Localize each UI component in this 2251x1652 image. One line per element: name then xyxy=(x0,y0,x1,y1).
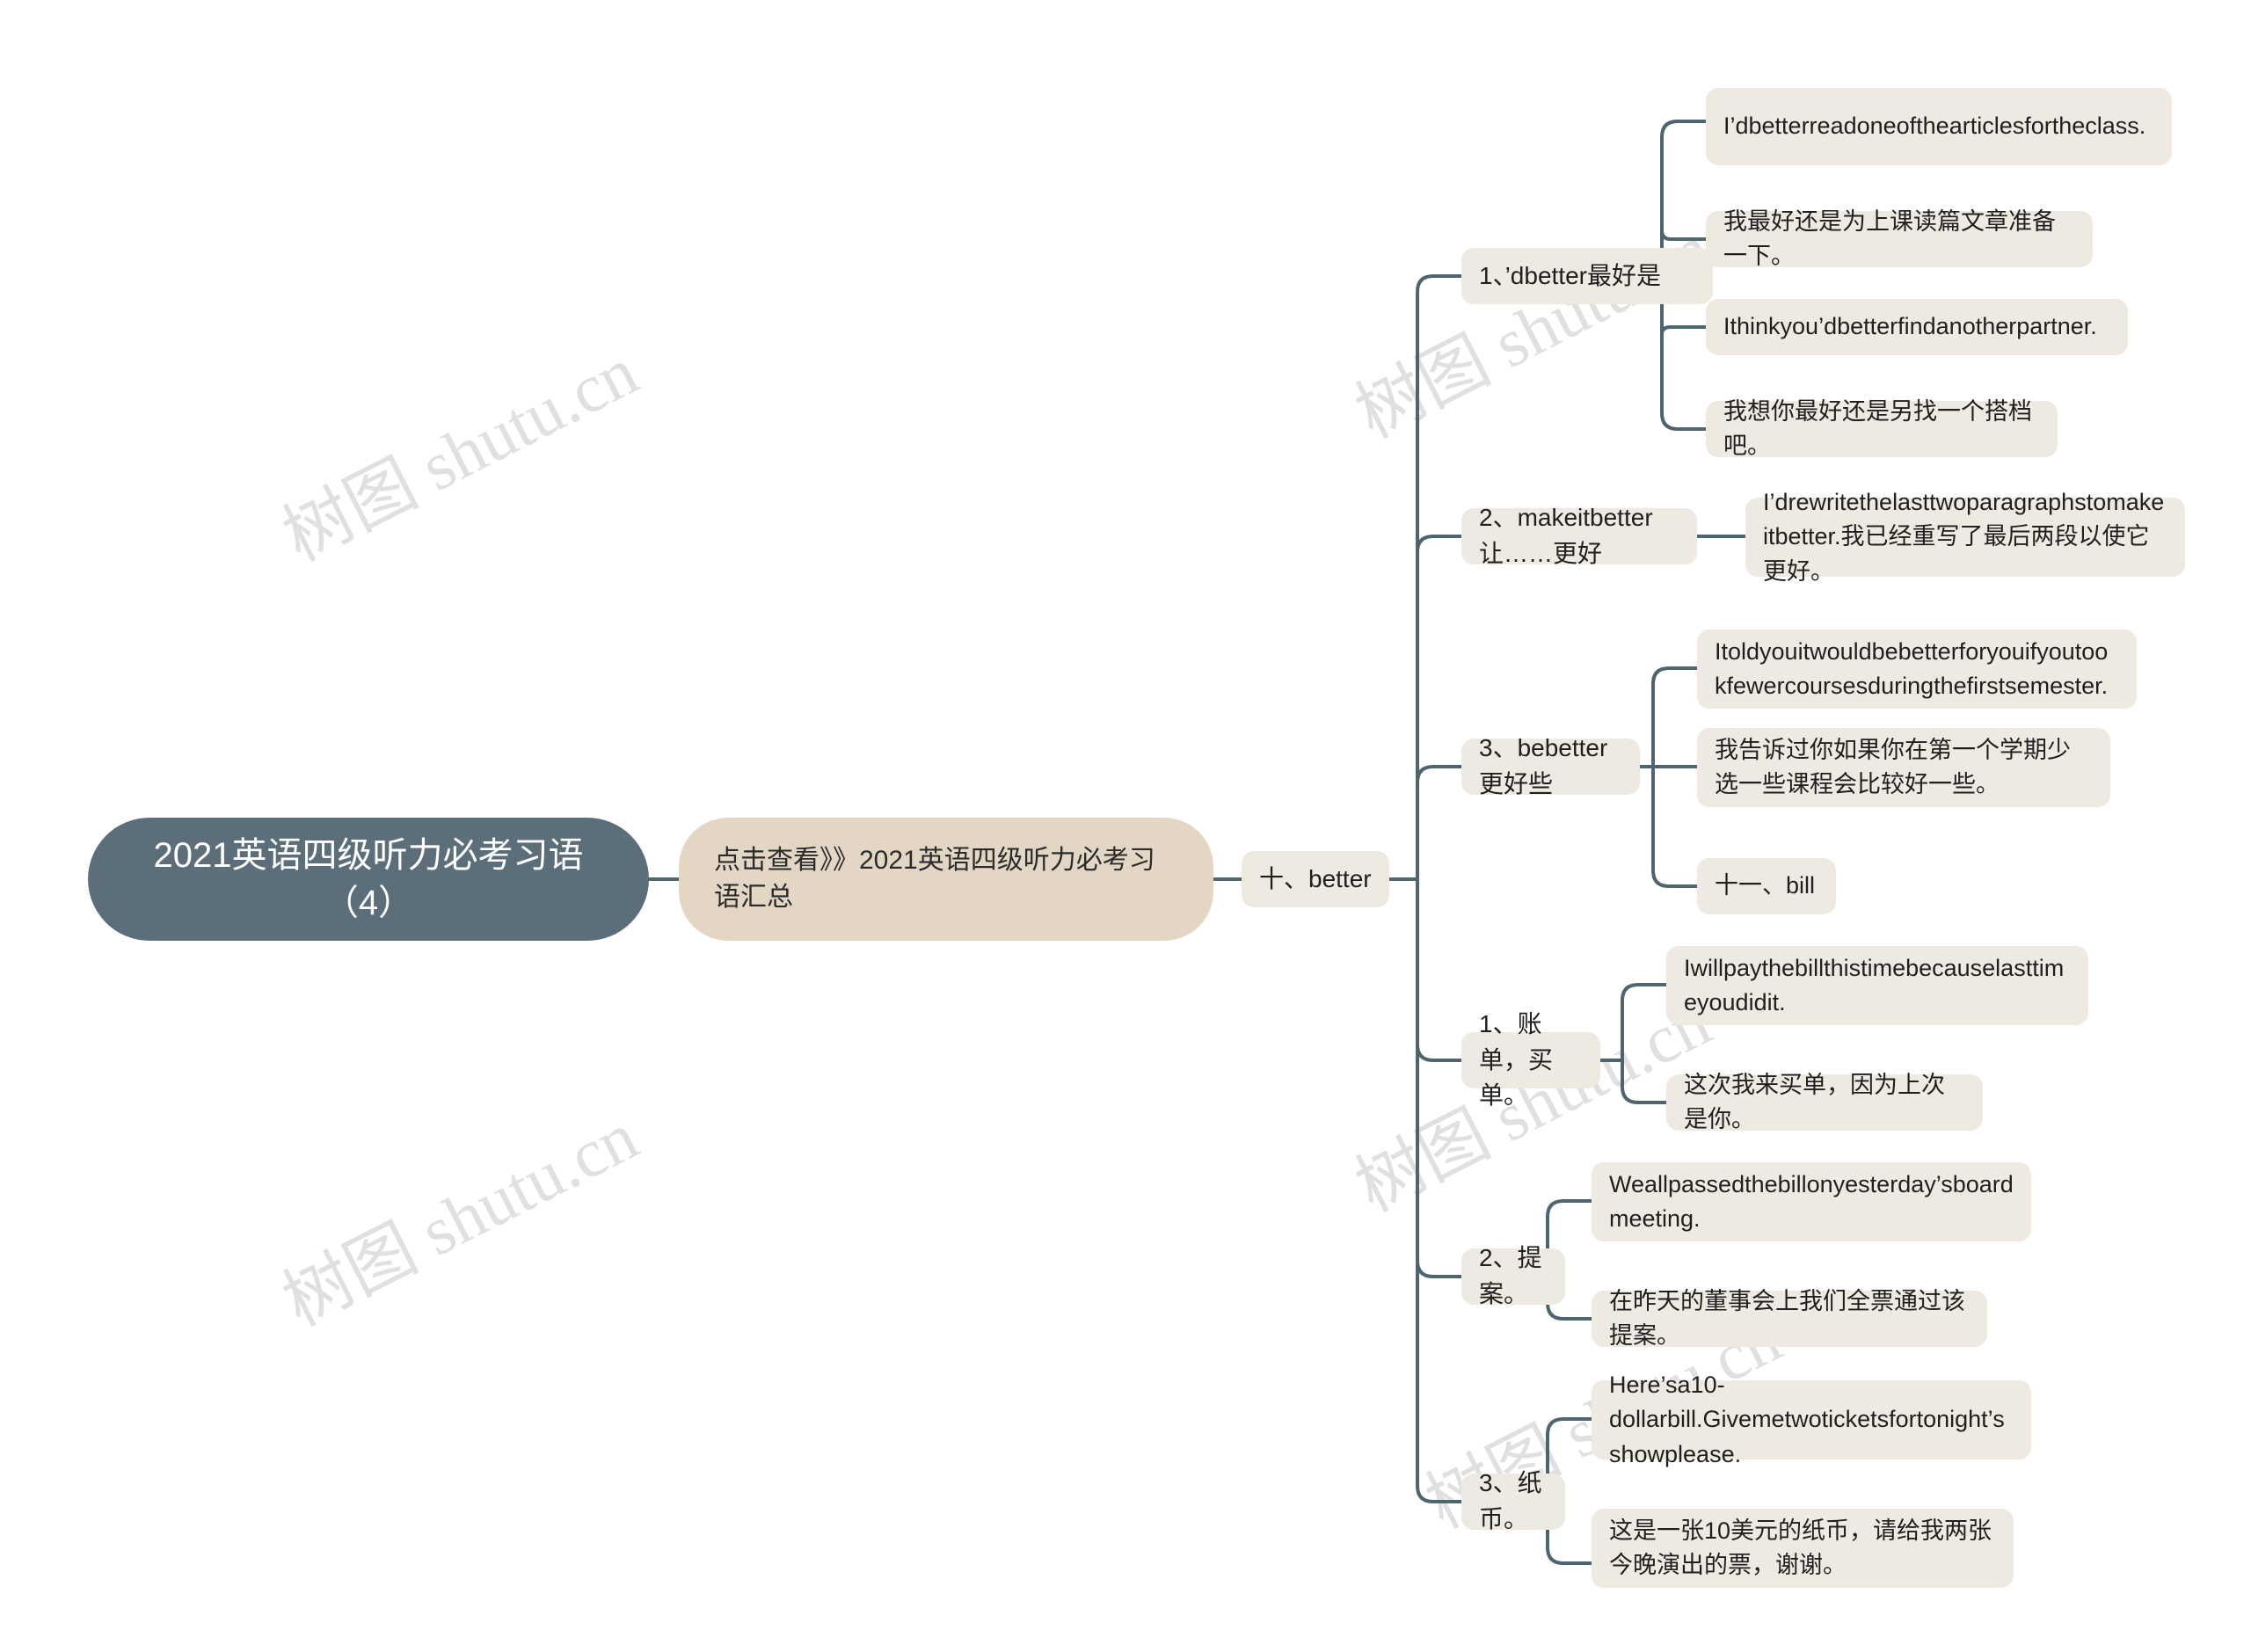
link-spine-section-6 xyxy=(1416,879,1461,1503)
section-node-1[interactable]: 1、’dbetter最好是 xyxy=(1461,248,1713,304)
section-node-4-label: 1、账单，买单。 xyxy=(1479,1010,1554,1110)
leaf-node-label: 这是一张10美元的纸币，请给我两张今晚演出的票，谢谢。 xyxy=(1609,1517,1992,1578)
watermark-text: 树图 shutu.cn xyxy=(271,1097,650,1341)
section-node-5[interactable]: 2、提案。 xyxy=(1461,1244,1565,1307)
section-node-5-label: 2、提案。 xyxy=(1479,1244,1542,1307)
link-spine-section-2 xyxy=(1416,535,1461,879)
leaf-node-label: Iwillpaythebillthistimebecauselasttimeyo… xyxy=(1684,954,2065,1015)
link-spine-section-5 xyxy=(1416,879,1461,1278)
branch-node-label: 点击查看》》2021英语四级听力必考习语汇总 xyxy=(714,846,1155,912)
leaf-node[interactable]: 在昨天的董事会上我们全票通过该提案。 xyxy=(1592,1288,1987,1349)
leaf-node-label: 这次我来买单，因为上次是你。 xyxy=(1684,1071,1945,1132)
section-node-6-label: 3、纸币。 xyxy=(1479,1469,1542,1532)
watermark-text: 树图 shutu.cn xyxy=(271,332,650,576)
leaf-node[interactable]: 这是一张10美元的纸币，请给我两张今晚演出的票，谢谢。 xyxy=(1592,1509,2014,1588)
watermark-text: 树图 shutu.cn xyxy=(1344,209,1723,453)
branch-node[interactable]: 点击查看》》2021英语四级听力必考习语汇总 xyxy=(679,818,1213,941)
leaf-node[interactable]: Iwillpaythebillthistimebecauselasttimeyo… xyxy=(1666,946,2088,1025)
root-node-label: 2021英语四级听力必考习语（4） xyxy=(153,836,584,922)
link-s3-child-1 xyxy=(1651,666,1697,767)
topic-node-better[interactable]: 十、better xyxy=(1242,851,1389,907)
leaf-node[interactable]: I’drewritethelasttwoparagraphstomakeitbe… xyxy=(1745,489,2185,585)
leaf-node-label: 在昨天的董事会上我们全票通过该提案。 xyxy=(1609,1287,1965,1349)
leaf-node[interactable]: 我告诉过你如果你在第一个学期少选一些课程会比较好一些。 xyxy=(1697,728,2110,807)
leaf-node-label: Here’sa10-dollarbill.Givemetwoticketsfor… xyxy=(1609,1372,2005,1467)
leaf-node-label: I’dbetterreadoneofthearticlesfortheclass… xyxy=(1723,113,2146,140)
section-node-6[interactable]: 3、纸币。 xyxy=(1461,1469,1565,1532)
leaf-node[interactable]: 我想你最好还是另找一个搭档吧。 xyxy=(1706,398,2058,459)
leaf-node-label: 我告诉过你如果你在第一个学期少选一些课程会比较好一些。 xyxy=(1715,736,2071,797)
leaf-node-bill[interactable]: 十一、bill xyxy=(1697,858,1836,914)
link-spine-section-4 xyxy=(1416,879,1461,1062)
section-node-2[interactable]: 2、makeitbetter让……更好 xyxy=(1461,504,1697,567)
leaf-node[interactable]: Weallpassedthebillonyesterday’sboardmeet… xyxy=(1592,1162,2031,1241)
leaf-node-label: Ithinkyou’dbetterfindanotherpartner. xyxy=(1723,313,2097,340)
leaf-node-label: 十一、bill xyxy=(1715,872,1816,899)
leaf-node[interactable]: 这次我来买单，因为上次是你。 xyxy=(1666,1072,1983,1132)
root-node[interactable]: 2021英语四级听力必考习语（4） xyxy=(88,818,649,941)
leaf-node[interactable]: I’dbetterreadoneofthearticlesfortheclass… xyxy=(1706,88,2172,165)
link-s3-child-3 xyxy=(1651,767,1697,888)
section-node-3[interactable]: 3、bebetter更好些 xyxy=(1461,734,1640,797)
section-node-1-label: 1、’dbetter最好是 xyxy=(1479,261,1661,289)
leaf-node-label: Itoldyouitwouldbebetterforyouifyoutookfe… xyxy=(1715,637,2109,699)
link-spine-section-1 xyxy=(1416,274,1461,879)
section-node-2-label: 2、makeitbetter让……更好 xyxy=(1479,504,1653,567)
leaf-node-label: Weallpassedthebillonyesterday’sboardmeet… xyxy=(1609,1170,2014,1232)
leaf-node[interactable]: Ithinkyou’dbetterfindanotherpartner. xyxy=(1706,299,2128,355)
link-s4-child-1 xyxy=(1621,983,1666,1060)
leaf-node[interactable]: Here’sa10-dollarbill.Givemetwoticketsfor… xyxy=(1592,1372,2031,1467)
section-node-3-label: 3、bebetter更好些 xyxy=(1479,734,1608,797)
leaf-node[interactable]: Itoldyouitwouldbebetterforyouifyoutookfe… xyxy=(1697,630,2137,709)
leaf-node-label: I’drewritethelasttwoparagraphstomakeitbe… xyxy=(1763,489,2165,585)
section-node-4[interactable]: 1、账单，买单。 xyxy=(1461,1010,1600,1109)
leaf-node-label: 我最好还是为上课读篇文章准备一下。 xyxy=(1723,207,2056,269)
topic-node-label: 十、better xyxy=(1259,864,1372,892)
link-s4-child-2 xyxy=(1621,1060,1666,1104)
mindmap-canvas: 树图 shutu.cn 树图 shutu.cn 树图 shutu.cn 树图 s… xyxy=(0,0,2251,1652)
leaf-node[interactable]: 我最好还是为上课读篇文章准备一下。 xyxy=(1706,208,2093,269)
leaf-node-label: 我想你最好还是另找一个搭档吧。 xyxy=(1723,397,2032,459)
link-spine-section-3 xyxy=(1416,765,1461,879)
